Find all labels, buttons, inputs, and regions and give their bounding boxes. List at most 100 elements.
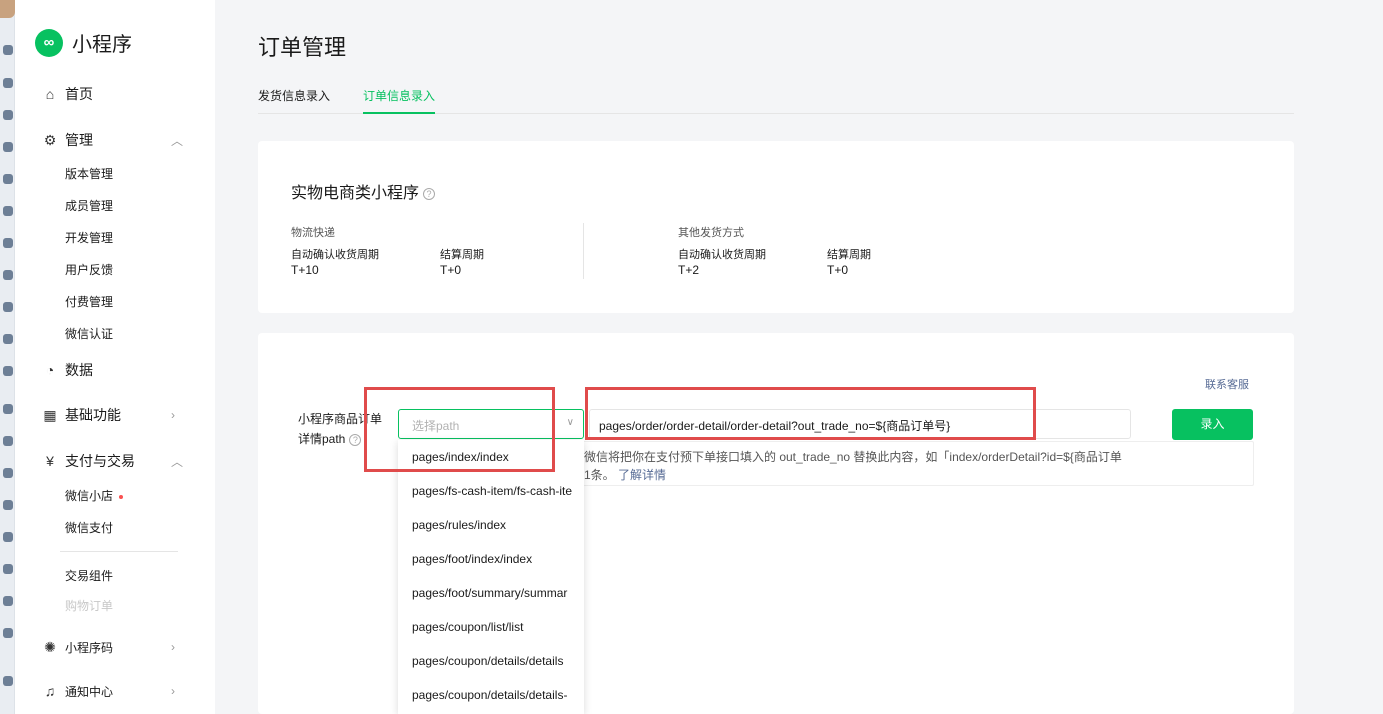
app-icon[interactable] xyxy=(3,500,13,510)
tab-bar: 发货信息录入 订单信息录入 xyxy=(258,82,1294,114)
hint-text: 微信将把你在支付预下单接口填入的 out_trade_no 替换此内容，如「in… xyxy=(584,448,1122,484)
sidebar: ∞ 小程序 ⌂ 首页 ⚙ 管理 ︿ 版本管理 成员管理 开发管理 用户反馈 付费… xyxy=(15,0,215,714)
dropdown-option[interactable]: pages/foot/index/index xyxy=(412,550,532,568)
gear-icon: ⚙ xyxy=(43,131,57,148)
summary-card: 实物电商类小程序? 物流快递 自动确认收货周期 T+10 结算周期 T+0 其他… xyxy=(258,141,1294,313)
sidebar-item-label: 小程序码 xyxy=(65,640,114,655)
hint-line: 1条。 了解详情 xyxy=(584,466,1122,484)
app-icon[interactable] xyxy=(3,564,13,574)
sidebar-item-notify[interactable]: ♫ 通知中心 › xyxy=(15,676,215,706)
app-icon[interactable] xyxy=(3,142,13,152)
sidebar-subitem-dev[interactable]: 开发管理 xyxy=(65,228,113,248)
brand[interactable]: ∞ 小程序 xyxy=(35,28,132,57)
bell-icon: ♫ xyxy=(44,683,56,699)
sidebar-item-home[interactable]: ⌂ 首页 xyxy=(15,79,215,109)
settle-value: T+0 xyxy=(440,263,462,277)
settle-label: 结算周期 xyxy=(827,249,871,261)
divider xyxy=(60,551,178,552)
sidebar-item-label: 通知中心 xyxy=(65,684,114,699)
app-icon[interactable] xyxy=(3,404,13,414)
app-icon[interactable] xyxy=(3,628,13,638)
auto-confirm-label: 自动确认收货周期 xyxy=(291,249,379,261)
group-title: 其他发货方式 xyxy=(678,227,744,239)
help-icon[interactable]: ? xyxy=(349,433,362,446)
dropdown-option[interactable]: pages/coupon/details/details xyxy=(412,652,563,670)
chevron-down-icon: ∨ xyxy=(566,417,574,428)
dropdown-option[interactable]: pages/coupon/list/list xyxy=(412,618,523,636)
sidebar-item-label: 数据 xyxy=(65,362,93,378)
tab-shipping-entry[interactable]: 发货信息录入 xyxy=(258,87,330,114)
app-icon[interactable] xyxy=(3,270,13,280)
group-title: 物流快递 xyxy=(291,227,335,239)
divider xyxy=(583,223,584,279)
money-icon: ¥ xyxy=(46,453,54,469)
sidebar-item-qrcode[interactable]: ✺ 小程序码 › xyxy=(15,632,215,662)
home-icon: ⌂ xyxy=(45,86,55,102)
sidebar-subitem-billing[interactable]: 付费管理 xyxy=(65,292,113,312)
app-icon[interactable] xyxy=(3,596,13,606)
sidebar-subitem-feedback[interactable]: 用户反馈 xyxy=(65,260,113,280)
tab-order-entry[interactable]: 订单信息录入 xyxy=(363,87,436,114)
auto-confirm-value: T+2 xyxy=(678,263,700,277)
learn-more-link[interactable]: 了解详情 xyxy=(618,468,666,482)
path-dropdown: pages/index/index pages/fs-cash-item/fs-… xyxy=(398,440,584,714)
chevron-up-icon: ︿ xyxy=(171,133,184,148)
dropdown-option[interactable]: pages/coupon/details/details- xyxy=(412,686,567,704)
app-icon[interactable] xyxy=(3,238,13,248)
app-icon[interactable] xyxy=(3,302,13,312)
app-icon[interactable] xyxy=(3,676,13,686)
app-icon[interactable] xyxy=(3,206,13,216)
taskbar-strip xyxy=(0,0,15,714)
app-icon[interactable] xyxy=(3,366,13,376)
app-icon[interactable] xyxy=(3,468,13,478)
qrcode-icon: ✺ xyxy=(44,638,56,655)
sidebar-subitem-trade-component[interactable]: 交易组件 xyxy=(65,566,113,586)
settle-value: T+0 xyxy=(827,263,849,277)
chevron-up-icon: ︿ xyxy=(171,454,184,469)
settle-label: 结算周期 xyxy=(440,249,484,261)
sidebar-subitem-verify[interactable]: 微信认证 xyxy=(65,324,113,344)
chevron-right-icon: › xyxy=(171,408,175,422)
app-icon[interactable] xyxy=(3,532,13,542)
app-icon[interactable] xyxy=(3,45,13,55)
sidebar-subitem-wxpay[interactable]: 微信支付 xyxy=(65,518,113,538)
dropdown-option[interactable]: pages/foot/summary/summar xyxy=(412,584,567,602)
help-icon[interactable]: ? xyxy=(423,187,436,200)
highlight-box xyxy=(585,387,1036,440)
auto-confirm-value: T+10 xyxy=(291,263,319,277)
contact-support-link[interactable]: 联系客服 xyxy=(1205,376,1249,392)
submit-button[interactable]: 录入 xyxy=(1172,409,1253,440)
chevron-right-icon: › xyxy=(171,640,175,654)
sidebar-item-payment[interactable]: ¥ 支付与交易 ︿ xyxy=(15,446,215,476)
miniprogram-logo-icon: ∞ xyxy=(35,28,63,57)
user-avatar[interactable] xyxy=(0,0,15,18)
brand-name: 小程序 xyxy=(72,34,132,56)
sidebar-subitem-members[interactable]: 成员管理 xyxy=(65,196,113,216)
summary-title-text: 实物电商类小程序 xyxy=(291,185,420,202)
hint-line: 微信将把你在支付预下单接口填入的 out_trade_no 替换此内容，如「in… xyxy=(584,450,1122,464)
hint-line-text: 1条。 xyxy=(584,468,615,482)
dropdown-option[interactable]: pages/rules/index xyxy=(412,516,506,534)
sidebar-item-data[interactable]: ◔ 数据 xyxy=(15,355,215,385)
sidebar-item-label: 首页 xyxy=(65,86,93,102)
notification-dot xyxy=(119,494,124,499)
sidebar-subitem-orders[interactable]: 购物订单 xyxy=(65,596,113,616)
sidebar-item-label: 支付与交易 xyxy=(65,453,135,469)
highlight-box xyxy=(364,387,555,472)
chevron-right-icon: › xyxy=(171,684,175,698)
sidebar-subitem-shop[interactable]: 微信小店 xyxy=(65,486,124,506)
app-icon[interactable] xyxy=(3,78,13,88)
app-icon[interactable] xyxy=(3,436,13,446)
sidebar-item-basic[interactable]: ▦ 基础功能 › xyxy=(15,400,215,430)
app-icon[interactable] xyxy=(3,174,13,184)
dropdown-option[interactable]: pages/fs-cash-item/fs-cash-ite xyxy=(412,482,572,500)
grid-icon: ▦ xyxy=(43,406,57,423)
sidebar-item-label: 管理 xyxy=(65,132,93,148)
chart-icon: ◔ xyxy=(45,362,55,378)
app-icon[interactable] xyxy=(3,110,13,120)
page-title: 订单管理 xyxy=(258,35,347,60)
sidebar-item-manage[interactable]: ⚙ 管理 ︿ xyxy=(15,125,215,155)
app-icon[interactable] xyxy=(3,334,13,344)
auto-confirm-label: 自动确认收货周期 xyxy=(678,249,766,261)
sidebar-subitem-version[interactable]: 版本管理 xyxy=(65,164,113,184)
